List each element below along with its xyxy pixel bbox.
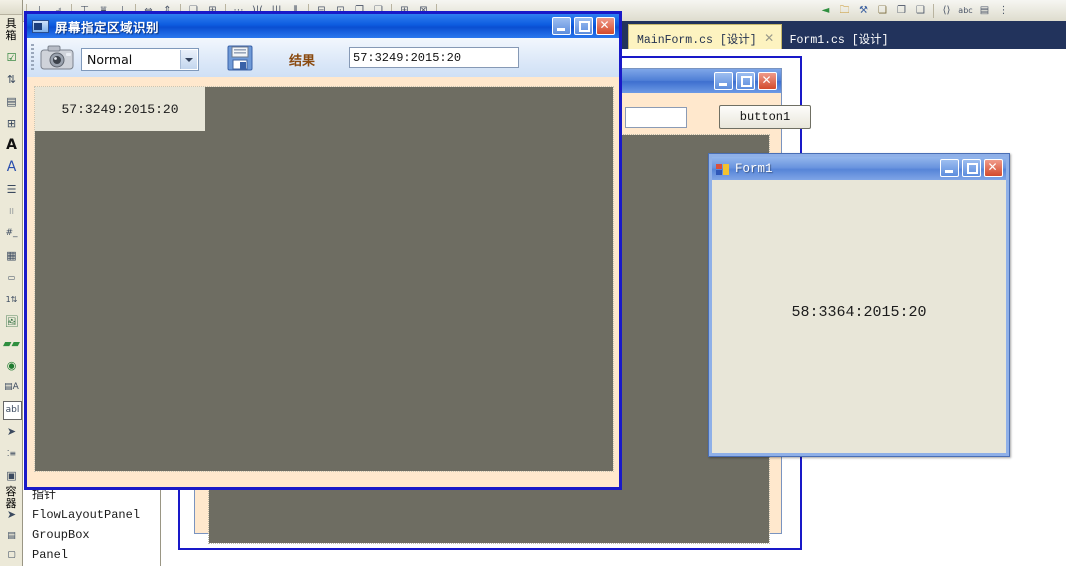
checkbox-control-icon[interactable]: ☑ (2, 48, 21, 67)
tab-label: MainForm.cs [设计] (637, 33, 757, 47)
tab-form1-cs-design[interactable]: Form1.cs [设计] (782, 25, 895, 49)
toolbar-overflow-icon[interactable]: ⋮ (995, 2, 1012, 19)
checkedlistbox-icon[interactable]: ⁝⁝ (2, 202, 21, 221)
rail-header-icon[interactable] (0, 0, 22, 15)
capture-mode-select[interactable]: Normal (81, 48, 199, 71)
numeric-updown-icon[interactable]: ⇅ (2, 70, 21, 89)
list-item[interactable]: Panel (32, 546, 68, 564)
chevron-down-icon[interactable] (180, 50, 197, 69)
richtextbox-icon[interactable]: ▤A (2, 378, 21, 397)
capture-overlay-label: 57:3249:2015:20 (35, 87, 205, 131)
close-icon[interactable]: ✕ (764, 32, 775, 44)
listbox-control-icon[interactable]: ☰ (2, 180, 21, 199)
capture-body: 57:3249:2015:20 (27, 77, 619, 487)
form1-window[interactable]: Form1 ✕ 58:3364:2015:20 (708, 153, 1010, 457)
screen-region-ocr-window[interactable]: 屏幕指定区域识别 ✕ Normal 结果 57:3249:2015:20 57:… (24, 11, 622, 490)
form1-title-text: Form1 (735, 161, 773, 176)
properties-window-icon[interactable]: ▤ (976, 2, 993, 19)
spell-check-icon[interactable]: abc (957, 2, 974, 19)
list-item[interactable]: GroupBox (32, 526, 90, 544)
minimize-button[interactable] (940, 159, 959, 177)
find-in-files-icon[interactable]: ⚒ (855, 2, 872, 19)
label-control-icon[interactable]: A (2, 136, 21, 155)
window-controls: ✕ (552, 17, 615, 35)
toolbox-rail-title: 具箱 (5, 17, 17, 42)
toolstrip-icon[interactable]: ⁚≡ (2, 444, 21, 463)
result-label: 结果 (289, 54, 316, 69)
maximize-button[interactable] (574, 17, 593, 35)
capture-toolbar: Normal 结果 57:3249:2015:20 (27, 38, 619, 78)
window-controls: ✕ (714, 72, 777, 90)
close-button[interactable]: ✕ (596, 17, 615, 35)
radiobutton-icon[interactable]: ◉ (2, 356, 21, 375)
screen-capture-icon (32, 19, 49, 34)
camera-icon[interactable] (39, 44, 75, 72)
button1-control[interactable]: button1 (719, 105, 811, 129)
capture-titlebar[interactable]: 屏幕指定区域识别 ✕ (27, 14, 619, 38)
close-button[interactable]: ✕ (758, 72, 777, 90)
save-floppy-icon[interactable] (227, 45, 253, 71)
tab-label: Form1.cs [设计] (789, 33, 889, 47)
textbox-control[interactable] (625, 107, 687, 128)
tab-mainform-cs-design[interactable]: MainForm.cs [设计] ✕ (628, 24, 782, 49)
linklabel-control-icon[interactable]: A (2, 158, 21, 177)
form1-titlebar[interactable]: Form1 ✕ (712, 157, 1006, 180)
winforms-app-icon (716, 162, 730, 176)
treeview-icon[interactable]: ▣ (2, 466, 21, 485)
flowlayoutpanel-icon[interactable]: ▤ (2, 527, 21, 546)
monthcalendar-icon[interactable]: ▦ (2, 246, 21, 265)
result-input[interactable]: 57:3249:2015:20 (349, 47, 519, 68)
close-button[interactable]: ✕ (984, 159, 1003, 177)
groupbox-icon[interactable]: ▢ (2, 546, 21, 565)
capture-mode-value: Normal (87, 52, 133, 67)
datagridview-icon[interactable]: ⊞ (2, 114, 21, 133)
capture-title-text: 屏幕指定区域识别 (55, 19, 160, 35)
list-item[interactable]: FlowLayoutPanel (32, 506, 140, 524)
show-all-files-icon[interactable]: ⟨⟩ (938, 2, 955, 19)
toolbox-items-panel: 指针 FlowLayoutPanel GroupBox Panel (22, 478, 161, 566)
undo-checkout-icon[interactable]: ❐ (893, 2, 910, 19)
capture-preview-canvas[interactable]: 57:3249:2015:20 (34, 86, 614, 472)
navigate-backward-icon[interactable]: ◄ (817, 2, 834, 19)
pointer-cursor-icon[interactable]: ➤ (2, 422, 21, 441)
window-controls: ✕ (940, 159, 1003, 177)
redo-checkout-icon[interactable]: ❑ (912, 2, 929, 19)
minimize-button[interactable] (714, 72, 733, 90)
minimize-button[interactable] (552, 17, 571, 35)
maskedtextbox-icon[interactable]: #_ (2, 224, 21, 243)
document-tab-strip: MainForm.cs [设计] ✕ Form1.cs [设计] (620, 21, 1066, 49)
open-file-icon[interactable]: 🗀 (836, 2, 853, 19)
toolbar-separator (933, 3, 934, 18)
toolbox-rail[interactable]: 具箱 ☑ ⇅ ▤ ⊞ A A ☰ ⁝⁝ #_ ▦ ▭ 1⇅ 🖼 ▰▰ ◉ ▤A … (0, 0, 23, 566)
numericupdown-icon[interactable]: 1⇅ (2, 290, 21, 309)
maximize-button[interactable] (962, 159, 981, 177)
picturebox-icon[interactable]: 🖼 (2, 312, 21, 331)
replace-icon[interactable]: ❏ (874, 2, 891, 19)
pointer-icon[interactable]: ➤ (2, 505, 21, 524)
listview-control-icon[interactable]: ▤ (2, 92, 21, 111)
form1-result-label: 58:3364:2015:20 (791, 304, 927, 321)
progressbar-icon[interactable]: ▰▰ (2, 334, 21, 353)
form1-body: 58:3364:2015:20 (712, 180, 1006, 453)
maximize-button[interactable] (736, 72, 755, 90)
textbox-icon[interactable]: abl (2, 400, 22, 420)
toolbar-grip-handle[interactable] (31, 44, 34, 72)
notifyicon-icon[interactable]: ▭ (2, 268, 21, 287)
